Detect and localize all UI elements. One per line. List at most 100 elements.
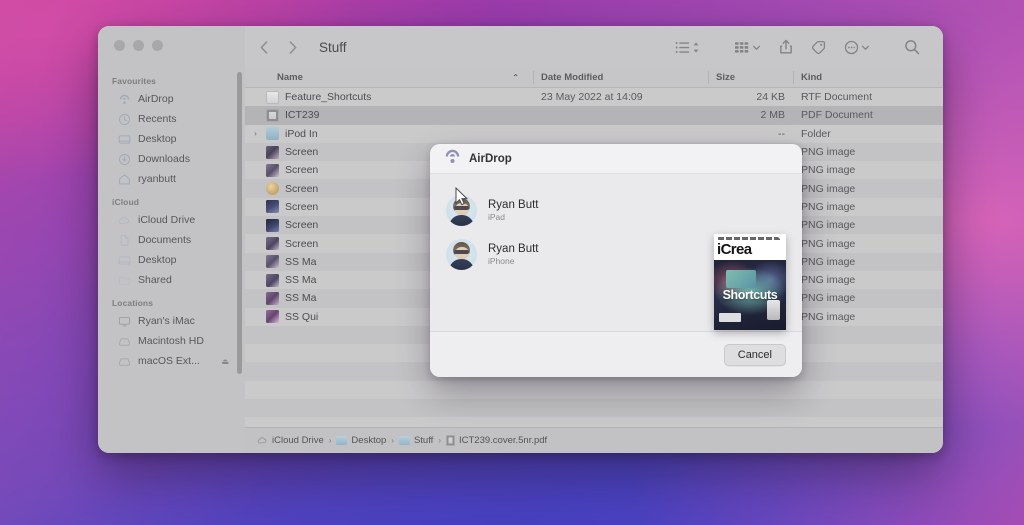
forward-button[interactable]: [287, 40, 298, 55]
avatar-body: [449, 214, 474, 226]
clock-icon: [118, 113, 131, 126]
sidebar-item-icloud-desktop[interactable]: Desktop: [104, 250, 239, 270]
list-view-button[interactable]: [666, 35, 709, 59]
breadcrumb-item[interactable]: Stuff: [398, 435, 433, 446]
close-button[interactable]: [114, 40, 125, 51]
preview-graphic-chip: [726, 270, 756, 288]
downloads-icon: [118, 153, 131, 166]
desktop-icon: [118, 133, 131, 146]
sidebar-item-shared[interactable]: Shared: [104, 270, 239, 290]
cell-kind: PNG image: [801, 219, 856, 232]
airdrop-contact-device: iPad: [488, 211, 506, 222]
column-header-date-modified[interactable]: Date Modified: [533, 68, 708, 87]
sidebar-scrollbar[interactable]: [237, 72, 242, 374]
airdrop-contact-device: iPhone: [488, 255, 515, 266]
sidebar-item-label: Ryan's iMac: [138, 315, 195, 327]
eject-icon[interactable]: ⏏: [221, 357, 229, 366]
breadcrumb-item[interactable]: Desktop: [336, 435, 386, 446]
cell-kind: PNG image: [801, 237, 856, 250]
back-button[interactable]: [259, 40, 270, 55]
cloud-icon: [118, 214, 131, 227]
sidebar-item-macos-ext[interactable]: macOS Ext... ⏏: [104, 351, 239, 371]
share-button[interactable]: [770, 35, 802, 59]
airdrop-dialog: AirDrop Ryan Butt iPad Ryan Butt iPhone Sho…: [430, 144, 802, 377]
airdrop-dialog-body: Ryan Butt iPad Ryan Butt iPhone Shortcuts i…: [430, 174, 802, 331]
table-row[interactable]: ›Feature_Shortcuts 23 May 2022 at 14:09 24…: [245, 88, 943, 106]
table-row[interactable]: › iPod In -- Folder: [245, 125, 943, 143]
cell-kind: PNG image: [801, 292, 856, 305]
cell-kind: RTF Document: [801, 91, 872, 104]
shared-folder-icon: [118, 274, 131, 287]
document-icon: [118, 234, 131, 247]
breadcrumb: iCloud Drive › Desktop › Stuff › ICT239.cover.…: [245, 427, 943, 453]
avatar-body: [449, 258, 474, 270]
png-image-icon: [266, 237, 279, 251]
search-button[interactable]: [895, 35, 929, 59]
sidebar-item-icloud-drive[interactable]: iCloud Drive: [104, 210, 239, 230]
chevron-down-icon[interactable]: [861, 41, 870, 54]
cell-kind: PNG image: [801, 310, 856, 323]
cell-size: 2 MB: [760, 109, 785, 122]
png-image-icon: [266, 163, 279, 177]
pdf-document-icon: [446, 435, 455, 446]
airdrop-dialog-footer: Cancel: [430, 331, 802, 377]
file-name: SS Ma: [285, 274, 317, 287]
file-name: Screen: [285, 200, 319, 213]
file-name: iPod In: [285, 127, 318, 140]
airdrop-contact[interactable]: Ryan Butt iPad: [430, 188, 802, 232]
png-image-icon: [266, 255, 279, 269]
png-image-icon: [266, 291, 279, 305]
file-name: SS Qui: [285, 310, 319, 323]
file-name: Screen: [285, 164, 319, 177]
more-actions-button[interactable]: [835, 35, 879, 59]
disclosure-triangle-icon[interactable]: ›: [251, 129, 260, 138]
window-traffic-lights: [114, 40, 163, 51]
column-header-label: Name: [277, 72, 303, 83]
table-row-empty: [245, 399, 943, 418]
sidebar-item-airdrop[interactable]: AirDrop: [104, 89, 239, 109]
airdrop-contact-name: Ryan Butt: [488, 198, 539, 211]
sidebar-item-desktop[interactable]: Desktop: [104, 129, 239, 149]
toolbar-right-group: [666, 35, 929, 59]
sidebar-item-macintosh-hd[interactable]: Macintosh HD: [104, 331, 239, 351]
sidebar-item-ryans-imac[interactable]: Ryan's iMac: [104, 311, 239, 331]
png-image-icon: [266, 273, 279, 287]
airdrop-dialog-title: AirDrop: [469, 152, 512, 165]
table-row[interactable]: ›ICT239 2 MB PDF Document: [245, 106, 943, 125]
cell-kind: PNG image: [801, 274, 856, 287]
png-image-icon: [266, 182, 279, 196]
sidebar-item-label: Desktop: [138, 254, 177, 266]
minimize-button[interactable]: [133, 40, 144, 51]
sort-chevrons-icon[interactable]: [692, 41, 700, 54]
file-name: SS Ma: [285, 255, 317, 268]
sidebar-item-downloads[interactable]: Downloads: [104, 149, 239, 169]
cloud-icon: [257, 435, 268, 446]
preview-graphic-chip: [719, 313, 741, 322]
cancel-button[interactable]: Cancel: [723, 343, 786, 366]
sidebar-item-ryanbutt[interactable]: ryanbutt: [104, 169, 239, 189]
column-header-kind[interactable]: Kind: [793, 68, 943, 87]
avatar: [446, 238, 477, 270]
chevron-down-icon[interactable]: [752, 41, 761, 54]
sidebar-item-documents[interactable]: Documents: [104, 230, 239, 250]
cell-name: ›Feature_Shortcuts: [245, 88, 533, 106]
airdrop-contact-name: Ryan Butt: [488, 242, 539, 255]
page-title: Stuff: [319, 39, 347, 55]
zoom-button[interactable]: [152, 40, 163, 51]
png-image-icon: [266, 145, 279, 159]
sidebar-item-label: iCloud Drive: [138, 214, 196, 226]
avatar-glasses: [454, 206, 469, 210]
column-header-size[interactable]: Size: [708, 68, 793, 87]
table-row-empty: [245, 381, 943, 399]
finder-window: Favourites AirDrop Recents Desktop Downl…: [98, 26, 943, 453]
avatar: [446, 194, 477, 226]
group-view-button[interactable]: [725, 35, 770, 59]
breadcrumb-item[interactable]: ICT239.cover.5nr.pdf: [446, 435, 547, 446]
cell-date-modified: [533, 106, 708, 124]
harddisk-icon: [118, 355, 131, 368]
breadcrumb-item[interactable]: iCloud Drive: [257, 435, 324, 446]
column-header-name[interactable]: Name ⌃: [245, 68, 533, 87]
sidebar-item-label: Downloads: [138, 153, 190, 165]
tag-button[interactable]: [802, 35, 835, 59]
sidebar-item-recents[interactable]: Recents: [104, 109, 239, 129]
